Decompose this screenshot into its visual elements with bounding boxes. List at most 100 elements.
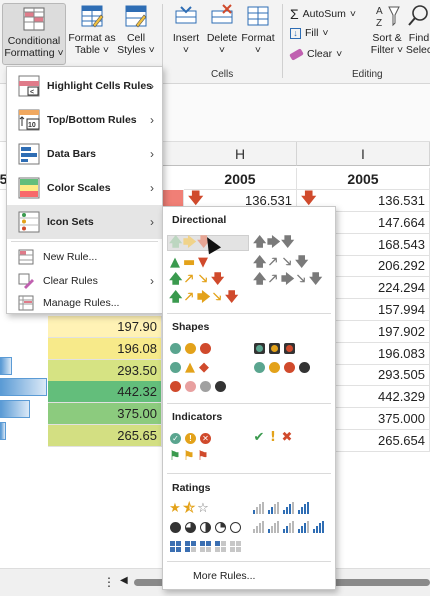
delete-icon <box>211 4 233 24</box>
dash-icon: ▬ <box>183 255 196 270</box>
circle-black-icon <box>215 381 226 392</box>
icon-set-3-traffic-lights-rimmed[interactable] <box>253 342 296 355</box>
conditional-formatting-button[interactable]: Conditional Formatting ˅ <box>2 3 66 65</box>
format-as-table-button[interactable]: Format as Table ˅ <box>68 3 116 56</box>
cell-styles-button[interactable]: Cell Styles ˅ <box>116 3 156 56</box>
icon-set-4-traffic-lights[interactable] <box>253 361 311 374</box>
menu-item-label: New Rule... <box>43 251 98 263</box>
icon-set-4-red-to-black[interactable] <box>169 380 227 393</box>
table-cell[interactable]: 197.90 <box>48 316 162 338</box>
boxes-4-icon <box>170 541 181 552</box>
insert-label: Insert <box>172 32 200 44</box>
flag-red-icon: ⚑ <box>197 449 209 464</box>
conditional-formatting-menu: < Highlight Cells Rules › 10 Top/Bottom … <box>6 66 163 314</box>
table-cell[interactable]: 442.32 <box>48 381 162 404</box>
autosum-button[interactable]: Σ AutoSum ˅ <box>290 6 356 22</box>
fill-down-icon: ↓ <box>290 27 301 39</box>
table-cell[interactable]: 293.50 <box>48 359 162 382</box>
signal-bars-icon <box>283 502 296 514</box>
find-select-label2: Selec <box>405 44 430 56</box>
icon-set-3-stars[interactable]: ★ ⯪ ☆ <box>169 502 209 516</box>
table-cell[interactable]: 375.00 <box>48 403 162 426</box>
quarter-full-icon <box>170 522 181 533</box>
more-options-icon[interactable]: ⋮ <box>103 575 115 589</box>
menu-item-top-bottom-rules[interactable]: 10 Top/Bottom Rules › <box>7 103 162 137</box>
format-as-table-label2: Table ˅ <box>74 44 110 56</box>
icon-set-3-triangles[interactable]: ▲ ▬ ▼ <box>169 256 209 270</box>
find-select-button[interactable]: Find Selec <box>404 3 430 56</box>
fill-button[interactable]: ↓ Fill ˅ <box>290 27 329 39</box>
icon-set-5-arrows-colored[interactable]: 🡅 🡕 🡆 🡖 🡇 <box>169 290 238 305</box>
check-icon: ✔ <box>253 430 265 445</box>
group-separator <box>282 4 283 78</box>
format-label: Format <box>241 32 275 44</box>
new-rule-icon <box>18 249 34 265</box>
delete-chevron-icon: ˅ <box>218 44 226 56</box>
delete-button[interactable]: Delete ˅ <box>204 3 240 56</box>
insert-icon <box>175 6 197 24</box>
exclamation-icon: ! <box>270 430 276 445</box>
column-header-i[interactable]: I <box>297 142 430 166</box>
icon-set-4-arrows-colored[interactable]: 🡅 🡕 🡖 🡇 <box>169 272 224 287</box>
column-header-h[interactable]: H <box>184 142 297 166</box>
icon-set-5-quarters[interactable] <box>169 521 242 534</box>
table-cell[interactable]: 265.65 <box>48 425 162 447</box>
sort-filter-button[interactable]: A Z Sort & Filter ˅ <box>368 3 406 56</box>
menu-item-label: Icon Sets <box>47 216 94 228</box>
icon-set-3-symbols[interactable]: ✔! ✖ <box>253 431 293 445</box>
more-rules-link[interactable]: More Rules... <box>193 570 255 582</box>
arrow-up-right-icon: 🡕 <box>184 272 194 287</box>
icon-set-3-flags[interactable]: ⚑ ⚑ ⚑ <box>169 450 209 464</box>
menu-item-highlight-cells-rules[interactable]: < Highlight Cells Rules › <box>7 69 162 103</box>
year-header-cell[interactable]: 2005 <box>184 168 297 190</box>
year-header-cell[interactable]: 2005 <box>297 168 430 190</box>
chevron-right-icon: › <box>150 181 154 195</box>
menu-item-color-scales[interactable]: Color Scales › <box>7 171 162 205</box>
arrow-right-icon: 🡆 <box>197 290 211 305</box>
arrow-up-icon: 🡅 <box>169 235 183 250</box>
data-bars-icon <box>18 143 40 165</box>
chevron-right-icon: › <box>150 113 154 127</box>
scroll-left-icon[interactable]: ◀ <box>120 575 128 586</box>
signal-bars-icon <box>298 521 311 533</box>
icon-set-3-symbols-circled[interactable]: ✓! ✕ <box>169 432 212 445</box>
icon-set-3-arrows-gray[interactable]: 🡅 🡆 🡇 <box>253 235 294 250</box>
menu-item-manage-rules[interactable]: Manage Rules... <box>7 291 162 315</box>
highlight-cells-icon: < <box>18 75 40 97</box>
arrow-up-icon: 🡅 <box>253 255 267 270</box>
icon-sets-icon <box>18 211 40 233</box>
table-cell[interactable]: 196.08 <box>48 337 162 360</box>
icon-set-5-ratings[interactable] <box>253 521 326 533</box>
icon-set-3-traffic-lights[interactable] <box>169 342 212 355</box>
icon-set-5-boxes[interactable] <box>169 540 242 553</box>
diamond-red-icon: ◆ <box>199 360 209 375</box>
editing-group-label: Editing <box>352 69 383 80</box>
menu-item-label: Clear Rules <box>43 275 98 287</box>
data-bar <box>0 357 12 375</box>
insert-button[interactable]: Insert ˅ <box>168 3 204 56</box>
menu-item-icon-sets[interactable]: Icon Sets › <box>7 205 162 239</box>
clear-rules-icon <box>18 273 34 289</box>
quarter-empty-icon <box>230 522 241 533</box>
arrow-up-icon: 🡅 <box>253 235 267 250</box>
insert-chevron-icon: ˅ <box>182 44 190 56</box>
chevron-right-icon: › <box>150 215 154 229</box>
arrow-up-icon: 🡅 <box>253 272 267 287</box>
circle-yellow-icon <box>269 362 280 373</box>
menu-item-clear-rules[interactable]: Clear Rules › <box>7 269 162 293</box>
icon-set-4-ratings[interactable] <box>253 502 311 514</box>
icon-set-3-signs[interactable]: ▲ ◆ <box>169 361 210 375</box>
clear-button[interactable]: Clear ˅ <box>289 47 342 61</box>
format-button[interactable]: Format ˅ <box>240 3 276 56</box>
menu-item-new-rule[interactable]: New Rule... <box>7 245 162 269</box>
autosum-label: AutoSum <box>302 8 346 20</box>
menu-item-label: Manage Rules... <box>43 297 120 309</box>
format-chevron-icon: ˅ <box>254 44 262 56</box>
traffic-light-red-icon <box>284 343 295 354</box>
star-full-icon: ★ <box>169 501 181 516</box>
arrow-up-right-icon: 🡕 <box>268 272 278 287</box>
signal-bars-icon <box>253 502 266 514</box>
menu-item-data-bars[interactable]: Data Bars › <box>7 137 162 171</box>
icon-set-4-arrows-gray[interactable]: 🡅 🡕 🡖 🡇 <box>253 255 308 270</box>
icon-set-5-arrows-gray[interactable]: 🡅 🡕 🡆 🡖 🡇 <box>253 272 322 287</box>
